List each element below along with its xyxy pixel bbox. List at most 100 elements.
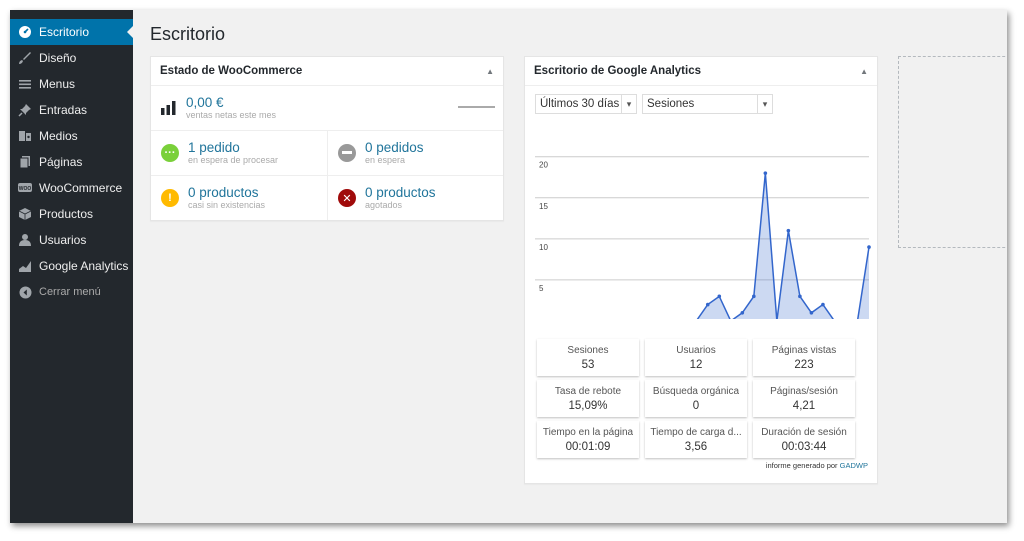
- sessions-chart: 5 10 15 20: [535, 156, 871, 319]
- stat-label: Tiempo de carga d...: [650, 426, 742, 438]
- sidebar-item-label: Usuarios: [39, 233, 87, 247]
- stat-label: Tiempo en la página: [542, 426, 634, 438]
- sales-cell[interactable]: 0,00 € ventas netas este mes: [151, 86, 503, 130]
- sidebar-item-google-analytics[interactable]: Google Analytics: [10, 253, 133, 279]
- widget-header: Escritorio de Google Analytics ▲: [525, 57, 877, 86]
- y-tick-label: 15: [539, 202, 548, 211]
- sales-row: 0,00 € ventas netas este mes: [151, 86, 503, 131]
- sidebar-item-label: Menus: [39, 77, 76, 91]
- stat-label: Sesiones: [567, 344, 609, 356]
- sidebar-item-paginas[interactable]: Páginas: [10, 149, 133, 175]
- on-hold-orders-cell[interactable]: 0 pedidos en espera: [328, 131, 503, 175]
- widget-title: Escritorio de Google Analytics: [534, 65, 702, 77]
- browser-window: Escritorio Diseño Menus Entradas Medios: [10, 10, 1007, 523]
- stat-value: 12: [689, 358, 703, 371]
- stat-label: Búsqueda orgánica: [652, 385, 740, 397]
- collapse-label: Cerrar menú: [39, 286, 101, 298]
- collapse-icon: [17, 284, 33, 300]
- collapse-menu-button[interactable]: Cerrar menú: [10, 279, 133, 305]
- sidebar-item-label: Escritorio: [39, 25, 90, 39]
- stat-value: 53: [581, 358, 595, 371]
- stat-value: 0: [692, 399, 700, 412]
- svg-text:WOO: WOO: [19, 186, 32, 192]
- metric-select[interactable]: Sesiones ▾: [642, 94, 773, 114]
- sidebar-item-menus[interactable]: Menus: [10, 71, 133, 97]
- stat-value: 00:03:44: [781, 440, 827, 453]
- stock-row: ! 0 productos casi sin existencias ✕ 0 p…: [151, 176, 503, 220]
- out-of-stock-value[interactable]: 0 productos: [365, 185, 436, 200]
- media-icon: [17, 128, 33, 144]
- gadwp-link[interactable]: GADWP: [840, 461, 868, 470]
- sidebar-item-medios[interactable]: Medios: [10, 123, 133, 149]
- admin-sidebar: Escritorio Diseño Menus Entradas Medios: [10, 10, 133, 523]
- sidebar-item-entradas[interactable]: Entradas: [10, 97, 133, 123]
- stat-value: 15,09%: [568, 399, 608, 412]
- sidebar-item-productos[interactable]: Productos: [10, 201, 133, 227]
- woocommerce-icon: WOO: [17, 180, 33, 196]
- widget-header: Estado de WooCommerce ▲: [151, 57, 503, 86]
- widget-title: Estado de WooCommerce: [160, 65, 303, 77]
- stat-value: 00:01:09: [565, 440, 611, 453]
- stat-value: 3,56: [684, 440, 708, 453]
- stat-value: 223: [794, 358, 814, 371]
- sidebar-item-woocommerce[interactable]: WOO WooCommerce: [10, 175, 133, 201]
- metric-select-value: Sesiones: [647, 98, 695, 110]
- period-select[interactable]: Últimos 30 días ▾: [535, 94, 637, 114]
- stat-label: Páginas/sesión: [770, 385, 838, 397]
- sessions-area: [697, 173, 869, 319]
- out-of-stock-cell[interactable]: ✕ 0 productos agotados: [328, 176, 503, 220]
- on-hold-caption: en espera: [365, 155, 406, 165]
- google-analytics-widget: Escritorio de Google Analytics ▲ Últimos…: [524, 56, 878, 484]
- stat-box: Usuarios 12: [645, 339, 747, 376]
- chevron-down-icon: ▾: [621, 95, 636, 113]
- data-point[interactable]: [867, 245, 871, 249]
- pages-icon: [17, 154, 33, 170]
- y-tick-label: 20: [539, 161, 548, 170]
- empty-widget-dropzone: [898, 56, 1007, 248]
- stat-label: Usuarios: [676, 344, 716, 356]
- low-stock-caption: casi sin existencias: [188, 200, 266, 210]
- out-of-stock-icon: ✕: [338, 189, 356, 207]
- data-point[interactable]: [752, 294, 756, 299]
- processing-value[interactable]: 1 pedido: [188, 140, 278, 155]
- sidebar-item-label: Páginas: [39, 155, 83, 169]
- data-point[interactable]: [740, 310, 745, 315]
- data-point[interactable]: [798, 294, 802, 299]
- y-tick-label: 10: [539, 243, 548, 252]
- collapse-toggle-icon[interactable]: ▲: [486, 67, 494, 76]
- data-point[interactable]: [809, 310, 814, 315]
- period-select-value: Últimos 30 días: [540, 98, 620, 110]
- woocommerce-status-widget: Estado de WooCommerce ▲ 0,00 € ventas ne…: [150, 56, 504, 221]
- analytics-icon: [17, 258, 33, 274]
- data-point[interactable]: [717, 294, 722, 299]
- processing-orders-cell[interactable]: ··· 1 pedido en espera de procesar: [151, 131, 328, 175]
- sidebar-item-diseno[interactable]: Diseño: [10, 45, 133, 71]
- sidebar-item-escritorio[interactable]: Escritorio: [10, 19, 133, 45]
- sales-caption: ventas netas este mes: [186, 110, 277, 120]
- low-stock-cell[interactable]: ! 0 productos casi sin existencias: [151, 176, 328, 220]
- data-point[interactable]: [821, 302, 825, 307]
- brush-icon: [17, 50, 33, 66]
- stat-label: Tasa de rebote: [554, 385, 622, 397]
- data-point[interactable]: [705, 302, 710, 307]
- sidebar-item-usuarios[interactable]: Usuarios: [10, 227, 133, 253]
- low-stock-value[interactable]: 0 productos: [188, 185, 265, 200]
- stat-box: Páginas/sesión 4,21: [753, 380, 855, 417]
- on-hold-icon: [338, 144, 356, 162]
- collapse-toggle-icon[interactable]: ▲: [860, 67, 868, 76]
- menu-icon: [17, 76, 33, 92]
- stat-box: Tasa de rebote 15,09%: [537, 380, 639, 417]
- page-title: Escritorio: [150, 24, 226, 44]
- sidebar-item-label: WooCommerce: [39, 181, 123, 195]
- report-footer: informe generado por GADWP: [766, 461, 868, 470]
- processing-caption: en espera de procesar: [188, 155, 279, 165]
- footer-text: informe generado por: [765, 461, 838, 470]
- sales-value[interactable]: 0,00 €: [186, 95, 276, 110]
- stat-box: Páginas vistas 223: [753, 339, 855, 376]
- processing-icon: ···: [161, 144, 179, 162]
- sidebar-item-label: Diseño: [39, 51, 77, 65]
- stat-value: 4,21: [792, 399, 816, 412]
- data-point[interactable]: [763, 171, 768, 175]
- data-point[interactable]: [786, 228, 791, 233]
- on-hold-value[interactable]: 0 pedidos: [365, 140, 424, 155]
